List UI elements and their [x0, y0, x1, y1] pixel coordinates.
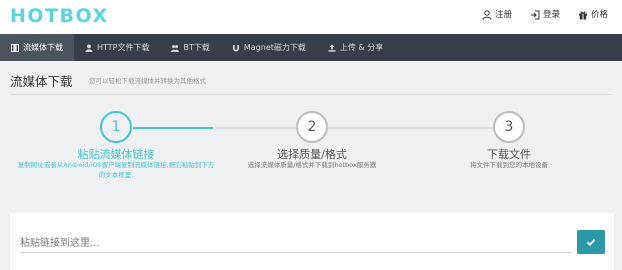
main-nav: 流媒体下载 HTTP文件下载 BT下载 Magnet磁力下载 上传 & 分享	[0, 34, 622, 61]
user-icon	[482, 10, 492, 20]
nav-streaming-download[interactable]: 流媒体下载	[0, 34, 74, 61]
check-icon	[586, 239, 596, 247]
brand-logo[interactable]: HOTBOX	[10, 5, 109, 27]
nav-bt-download[interactable]: BT下载	[160, 34, 220, 61]
step-1-circle: 1	[100, 111, 132, 143]
progress-line-done	[133, 127, 213, 129]
page-subtitle: 您可以轻松下载流媒体并转换为其他格式	[89, 77, 206, 85]
progress-line-pending	[213, 127, 495, 129]
nav-label: HTTP文件下载	[97, 43, 150, 52]
magnet-icon	[232, 44, 239, 51]
link-input-card	[10, 213, 614, 270]
account-links: 注册 登录 价格	[482, 9, 608, 21]
top-header: HOTBOX 注册 登录 价格	[0, 0, 622, 34]
gift-icon	[578, 11, 587, 20]
nav-label: 流媒体下载	[23, 43, 63, 52]
step-3-description: 将文件下载到您的本地设备	[470, 161, 548, 169]
film-icon	[11, 43, 19, 52]
register-link[interactable]: 注册	[482, 9, 512, 21]
nav-magnet-download[interactable]: Magnet磁力下载	[221, 34, 317, 61]
nav-label: 上传 & 分享	[339, 43, 384, 52]
pricing-link[interactable]: 价格	[578, 9, 608, 21]
step-1-description: 复制网址或者从Android/iOS客户端复制流媒体链接,把它粘贴到下方的文本框…	[17, 161, 215, 179]
login-label: 登录	[542, 10, 560, 20]
nav-label: Magnet磁力下载	[243, 43, 306, 52]
register-label: 注册	[494, 10, 512, 20]
step-2-description: 选择流媒体质量/格式并下载到hotbox服务器	[247, 161, 377, 169]
submit-link-button[interactable]	[577, 230, 605, 254]
users-icon	[171, 44, 180, 52]
nav-label: BT下载	[183, 43, 210, 52]
step-3-circle: 3	[493, 111, 525, 143]
nav-upload-share[interactable]: 上传 & 分享	[317, 34, 394, 61]
stream-link-input[interactable]	[20, 235, 572, 253]
nav-http-download[interactable]: HTTP文件下载	[74, 34, 160, 61]
upload-icon	[328, 44, 336, 52]
step-2-circle: 2	[296, 111, 328, 143]
sign-in-icon	[530, 10, 540, 20]
page-title: 流媒体下载	[10, 74, 73, 89]
login-link[interactable]: 登录	[530, 9, 560, 21]
user-icon	[85, 44, 93, 52]
title-divider	[10, 94, 612, 95]
pricing-label: 价格	[590, 10, 608, 20]
